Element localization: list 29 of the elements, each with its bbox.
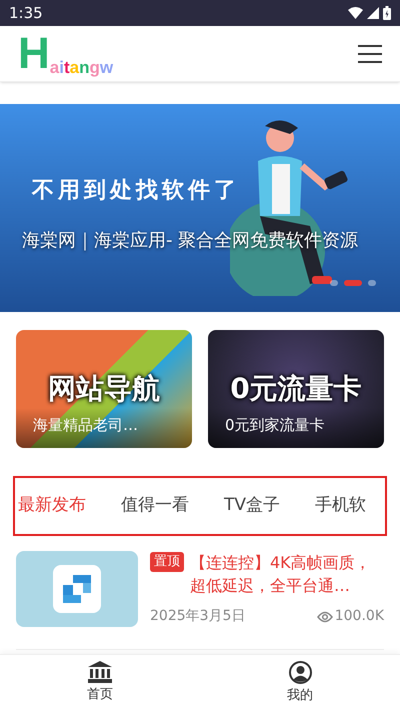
eye-icon [316, 610, 333, 622]
post-date: 2025年3月5日 [150, 607, 246, 626]
banner-image[interactable]: 不用到处找软件了 海棠网｜海棠应用- 聚合全网免费软件资源 [0, 104, 400, 312]
wifi-icon [348, 7, 363, 19]
user-icon [288, 660, 312, 684]
feature-card[interactable]: 网站导航 海量精品老司… [16, 330, 192, 448]
category-tab[interactable]: 手机软 [315, 478, 366, 534]
category-tab[interactable]: TV盒子 [224, 478, 280, 534]
card-subtitle: 海量精品老司… [33, 414, 138, 436]
card-subtitle: 0元到家流量卡 [225, 414, 325, 436]
app-logo-icon [53, 565, 101, 613]
category-tab[interactable]: 最新发布 [18, 478, 86, 534]
bank-building-icon [88, 661, 112, 684]
app-thumbnail[interactable] [16, 551, 138, 627]
signal-icon [367, 7, 379, 19]
card-title: 0元流量卡 [229, 371, 363, 407]
view-count: 100.0K [334, 607, 384, 626]
post-title[interactable]: 【连连控】4K高帧画质，超低延迟，全平台通… [190, 551, 384, 597]
menu-button[interactable] [358, 44, 382, 64]
banner-caption: 海棠网｜海棠应用- 聚合全网免费软件资源 [22, 229, 360, 253]
status-time: 1:35 [9, 2, 43, 24]
battery-icon [383, 6, 391, 20]
feature-card[interactable]: 0元流量卡 0元到家流量卡 [208, 330, 384, 448]
banner-headline: 不用到处找软件了 [32, 177, 240, 205]
category-tab[interactable]: 值得一看 [121, 478, 189, 534]
pinned-badge: 置顶 [150, 552, 184, 572]
nav-item[interactable]: 我的 [200, 655, 400, 711]
card-title: 网站导航 [47, 371, 161, 407]
nav-item[interactable]: 首页 [0, 655, 200, 711]
